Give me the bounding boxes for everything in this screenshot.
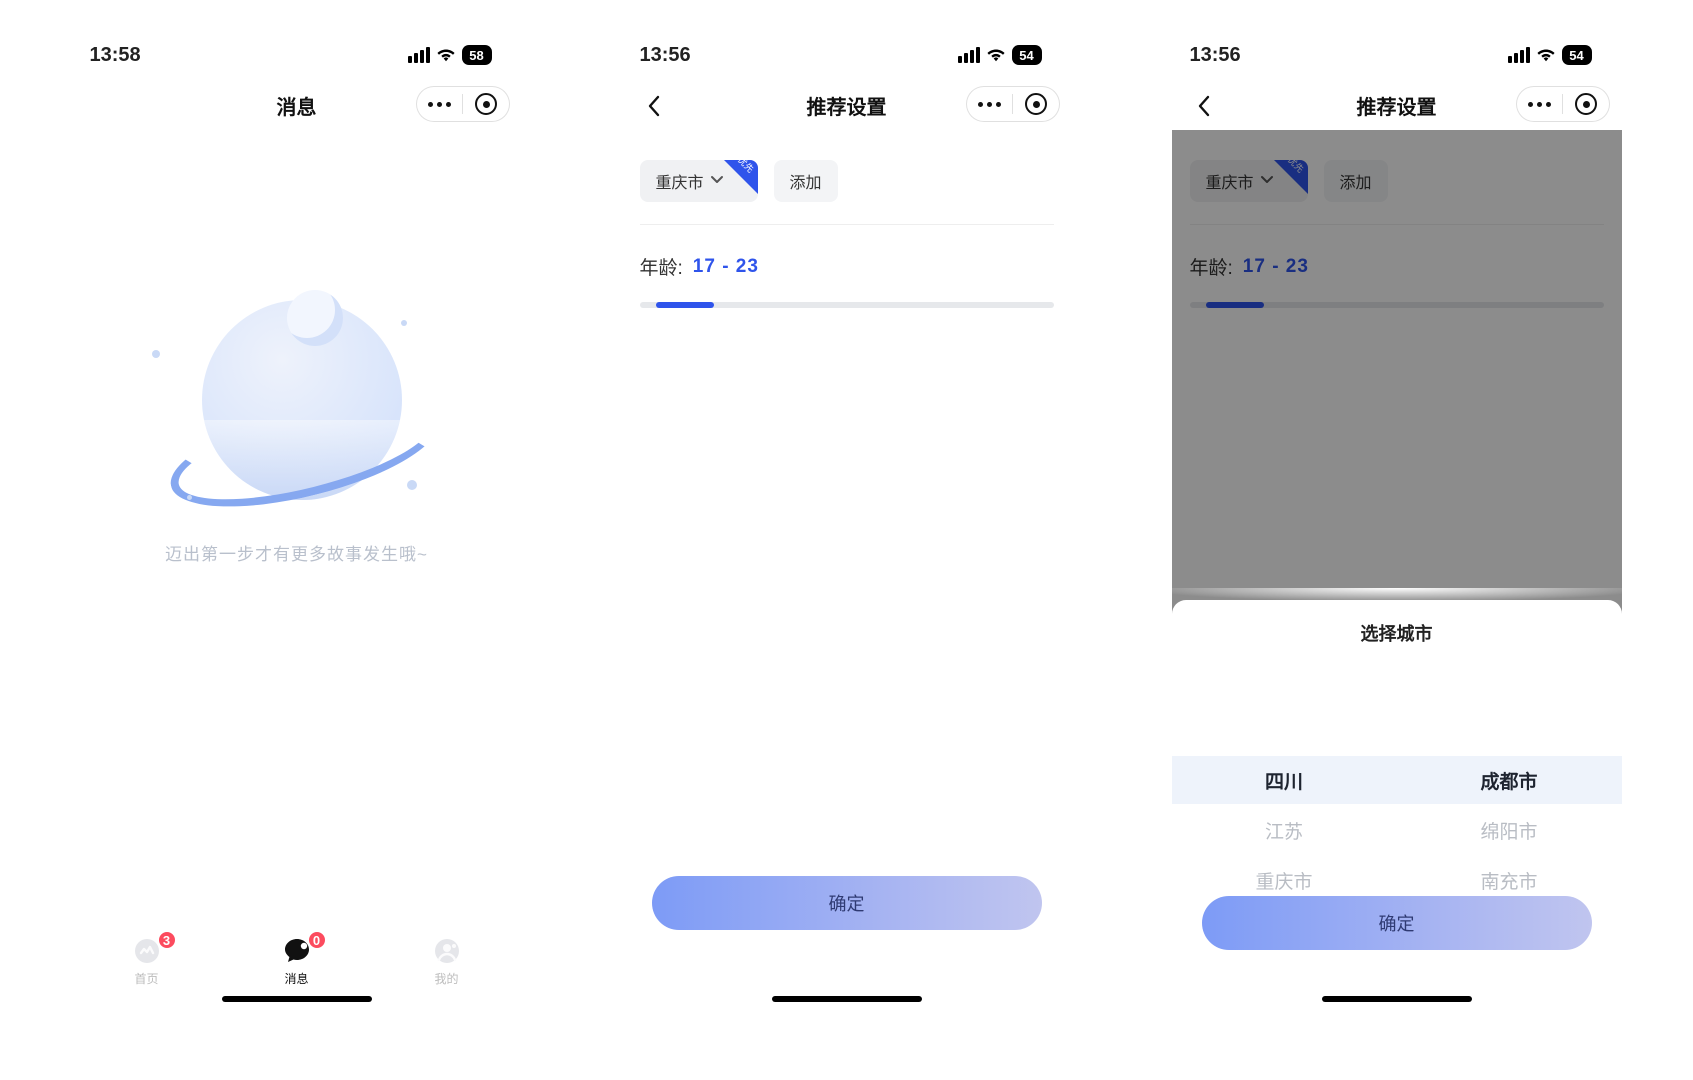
- home-indicator[interactable]: [772, 996, 922, 1002]
- phone-recommend-settings: 13:56 54 推荐设置 重庆市: [622, 30, 1072, 1010]
- tab-label: 消息: [284, 970, 308, 987]
- chevron-down-icon: [710, 172, 724, 190]
- content-area: 重庆市 优先 添加 年龄: 17 - 23 确定: [622, 130, 1072, 1010]
- wifi-icon: [986, 48, 1006, 62]
- confirm-label: 确定: [829, 890, 865, 916]
- picker-option[interactable]: 四川: [1265, 766, 1303, 794]
- picker-option[interactable]: 绵阳市: [1480, 816, 1537, 844]
- tab-home[interactable]: 首页 3: [87, 934, 207, 987]
- city-picker-sheet: 选择城市 四川 江苏 重庆市 成都市 绵阳市 南充市 确定: [1172, 600, 1622, 1010]
- divider: [640, 224, 1054, 225]
- close-icon[interactable]: [466, 93, 506, 115]
- content-area: 重庆市 优先 添加 年龄: 17 - 23: [1172, 130, 1622, 1010]
- tab-label: 首页: [134, 970, 158, 987]
- empty-state: 迈出第一步才有更多故事发生哦~: [72, 300, 522, 565]
- add-city-chip[interactable]: 添加: [774, 160, 838, 202]
- badge: 0: [307, 930, 327, 950]
- picker-option[interactable]: 南充市: [1480, 866, 1537, 894]
- battery-badge: 54: [1012, 45, 1042, 65]
- age-slider[interactable]: [640, 302, 1054, 308]
- page-title: 推荐设置: [807, 91, 887, 120]
- more-icon[interactable]: [1519, 102, 1559, 107]
- cellular-icon: [958, 47, 980, 63]
- profile-icon: [430, 934, 464, 968]
- page-title: 消息: [277, 91, 317, 120]
- add-city-label: 添加: [790, 169, 822, 193]
- clock: 13:58: [90, 44, 141, 67]
- clock: 13:56: [640, 44, 691, 67]
- phone-messages: 13:58 58 消息 迈出第一步才有更多故事发生哦~: [72, 30, 522, 1010]
- page-title: 推荐设置: [1357, 91, 1437, 120]
- badge: 3: [157, 930, 177, 950]
- status-right: 58: [408, 45, 492, 65]
- tab-messages[interactable]: 消息 0: [237, 934, 357, 987]
- age-value: 17 - 23: [693, 256, 759, 278]
- tab-me[interactable]: 我的: [387, 934, 507, 987]
- battery-badge: 54: [1562, 45, 1592, 65]
- age-label: 年龄:: [640, 253, 683, 280]
- sheet-title: 选择城市: [1172, 620, 1622, 646]
- clock: 13:56: [1190, 44, 1241, 67]
- wifi-icon: [1536, 48, 1556, 62]
- city-chip-label: 重庆市: [656, 169, 704, 193]
- picker-option[interactable]: 成都市: [1480, 766, 1537, 794]
- content-area: 迈出第一步才有更多故事发生哦~: [72, 130, 522, 927]
- province-column[interactable]: 四川 江苏 重庆市: [1172, 766, 1397, 1010]
- picker-option[interactable]: 重庆市: [1255, 866, 1312, 894]
- status-bar: 13:58 58: [72, 30, 522, 80]
- cellular-icon: [1508, 47, 1530, 63]
- tab-label: 我的: [434, 970, 458, 987]
- more-icon[interactable]: [969, 102, 1009, 107]
- mini-program-capsule[interactable]: [966, 86, 1060, 122]
- age-slider-fill: [656, 302, 714, 308]
- status-right: 54: [958, 45, 1042, 65]
- status-right: 54: [1508, 45, 1592, 65]
- close-icon[interactable]: [1566, 93, 1606, 115]
- planet-illustration: [147, 300, 447, 520]
- confirm-button[interactable]: 确定: [652, 876, 1042, 930]
- cellular-icon: [408, 47, 430, 63]
- nav-bar: 推荐设置: [1172, 80, 1622, 130]
- city-chip[interactable]: 重庆市 优先: [640, 160, 758, 202]
- age-row: 年龄: 17 - 23: [640, 253, 1054, 280]
- nav-bar: 推荐设置: [622, 80, 1072, 130]
- home-indicator[interactable]: [222, 996, 372, 1002]
- nav-bar: 消息: [72, 80, 522, 130]
- more-icon[interactable]: [419, 102, 459, 107]
- city-picker[interactable]: 四川 江苏 重庆市 成都市 绵阳市 南充市: [1172, 656, 1622, 1010]
- back-button[interactable]: [1184, 86, 1224, 126]
- city-chips: 重庆市 优先 添加: [640, 160, 1054, 202]
- close-icon[interactable]: [1016, 93, 1056, 115]
- empty-text: 迈出第一步才有更多故事发生哦~: [165, 540, 428, 565]
- status-bar: 13:56 54: [622, 30, 1072, 80]
- battery-badge: 58: [462, 45, 492, 65]
- wifi-icon: [436, 48, 456, 62]
- status-bar: 13:56 54: [1172, 30, 1622, 80]
- mini-program-capsule[interactable]: [416, 86, 510, 122]
- picker-option[interactable]: 江苏: [1265, 816, 1303, 844]
- back-button[interactable]: [634, 86, 674, 126]
- city-column[interactable]: 成都市 绵阳市 南充市: [1397, 766, 1622, 1010]
- phone-city-picker: 13:56 54 推荐设置 重庆市: [1172, 30, 1622, 1010]
- mini-program-capsule[interactable]: [1516, 86, 1610, 122]
